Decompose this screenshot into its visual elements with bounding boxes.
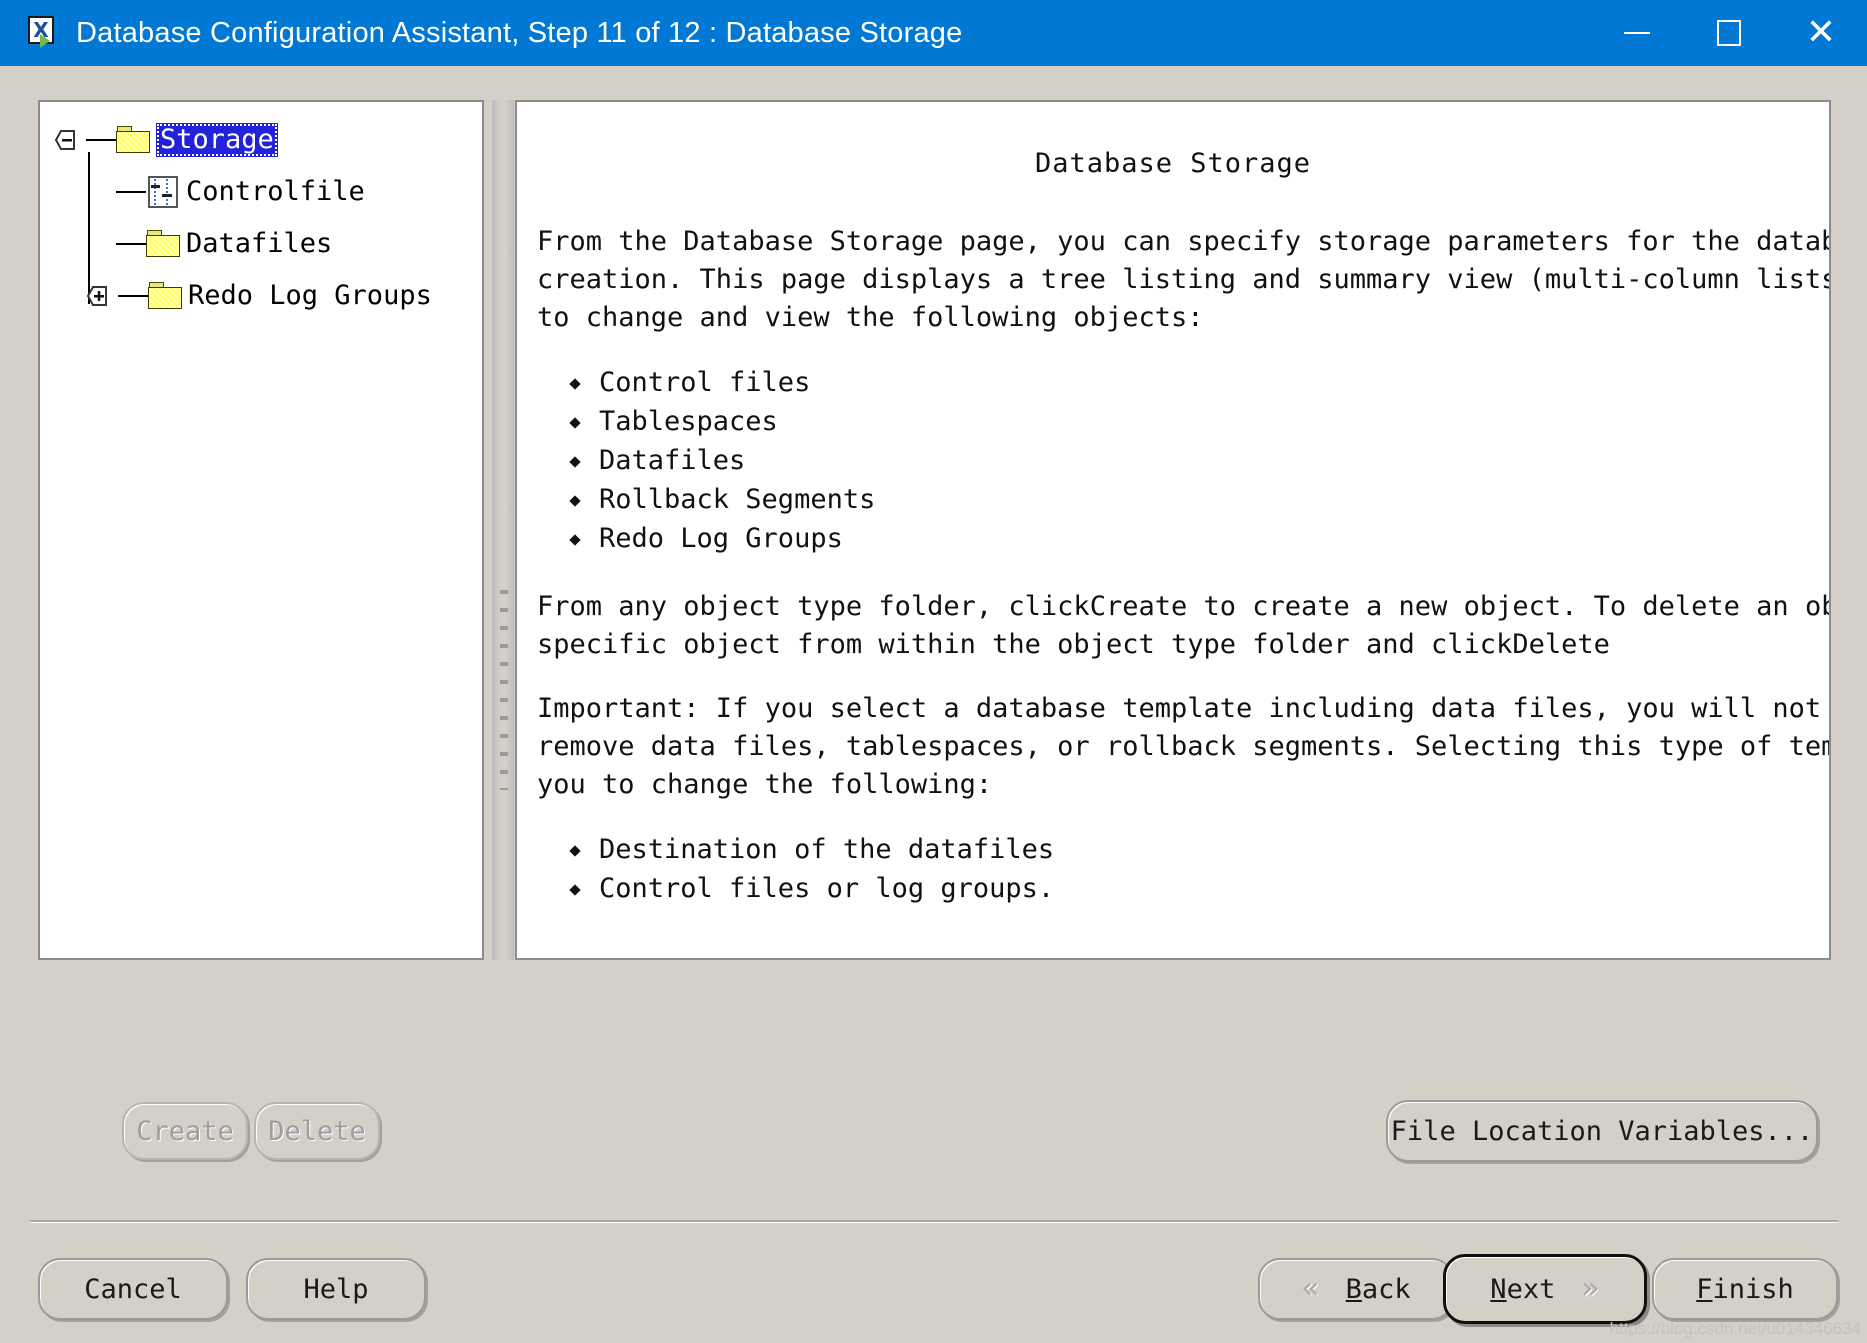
- page-title: Database Storage: [1034, 148, 1312, 179]
- paragraph-important: Important: If you select a database temp…: [517, 690, 1829, 804]
- tree-stub: [118, 295, 148, 297]
- overlapping-label: DeleteDelete: [1512, 626, 1610, 664]
- back-label: ack: [1361, 1273, 1411, 1305]
- overlap-text: Delete: [1512, 629, 1610, 660]
- folder-icon: [116, 126, 152, 154]
- tree-stub: [116, 243, 146, 245]
- back-button[interactable]: « Back: [1258, 1258, 1454, 1320]
- wizard-navigation: Cancel Help « Back Next » Finish: [0, 1244, 1867, 1343]
- storage-tree-panel[interactable]: Storage Controlfile Datafiles Redo Log G…: [38, 100, 484, 960]
- back-mnemonic: B: [1345, 1273, 1362, 1305]
- object-type-list: Control files Tablespaces Datafiles Roll…: [517, 363, 1829, 558]
- paragraph-text: specific object from within the object t…: [537, 629, 1513, 660]
- pane-splitter[interactable]: [492, 100, 514, 960]
- description-panel: Database Storage From the Database Stora…: [515, 100, 1831, 960]
- paragraph-line: From any object type folder, click Create…: [537, 588, 1829, 626]
- folder-icon: [146, 230, 182, 258]
- tree-node-label: Datafiles: [186, 228, 333, 259]
- close-button[interactable]: ✕: [1775, 0, 1867, 66]
- paragraph-intro: From the Database Storage page, you can …: [517, 223, 1829, 337]
- title-bar: X Database Configuration Assistant, Step…: [0, 0, 1867, 66]
- close-icon: ✕: [1805, 12, 1837, 53]
- list-item: Datafiles: [599, 441, 1829, 480]
- tree-node-redo-log-groups[interactable]: Redo Log Groups: [54, 270, 482, 322]
- dbca-window: X Database Configuration Assistant, Step…: [0, 0, 1867, 1343]
- tree-stub: [86, 139, 116, 141]
- paragraph-line: creation. This page displays a tree list…: [537, 264, 1831, 295]
- list-item: Rollback Segments: [599, 480, 1829, 519]
- footer-divider: [30, 1220, 1838, 1223]
- cancel-button[interactable]: Cancel: [38, 1258, 228, 1320]
- paragraph-create-delete: From any object type folder, click Create…: [517, 588, 1829, 664]
- next-mnemonic: N: [1490, 1273, 1507, 1305]
- storage-tree: Storage Controlfile Datafiles Redo Log G…: [40, 102, 482, 322]
- tree-node-storage[interactable]: Storage: [54, 114, 482, 166]
- delete-button[interactable]: Delete: [254, 1102, 380, 1160]
- paragraph-line: to change and view the following objects…: [537, 302, 1204, 333]
- chevron-left-icon: «: [1301, 1271, 1320, 1306]
- window-title: Database Configuration Assistant, Step 1…: [76, 16, 963, 49]
- changeable-items-list: Destination of the datafiles Control fil…: [517, 830, 1829, 908]
- paragraph-text: to create a new object. To delete an obj…: [1203, 591, 1829, 622]
- minimize-icon: [1624, 32, 1650, 34]
- minimize-button[interactable]: [1591, 0, 1683, 66]
- overlap-text: Create: [1089, 591, 1188, 622]
- tree-node-label: Controlfile: [186, 176, 365, 207]
- controlfile-icon: [146, 175, 182, 209]
- paragraph-line: you to change the following:: [537, 769, 993, 800]
- file-location-variables-button[interactable]: File Location Variables...: [1386, 1100, 1818, 1162]
- finish-mnemonic: F: [1696, 1273, 1713, 1305]
- tree-stub: [116, 191, 146, 193]
- finish-label: inish: [1712, 1273, 1794, 1305]
- next-button[interactable]: Next »: [1443, 1254, 1647, 1324]
- maximize-icon: [1717, 20, 1741, 46]
- window-body: Storage Controlfile Datafiles Redo Log G…: [0, 66, 1867, 1343]
- oracle-dbca-icon: X: [26, 16, 60, 50]
- tree-node-datafiles[interactable]: Datafiles: [54, 218, 482, 270]
- paragraph-line: Important: If you select a database temp…: [537, 693, 1831, 724]
- finish-button[interactable]: Finish: [1652, 1258, 1838, 1320]
- list-item: Control files or log groups.: [599, 869, 1829, 908]
- tree-node-controlfile[interactable]: Controlfile: [54, 166, 482, 218]
- chevron-right-icon: »: [1581, 1271, 1600, 1306]
- splitter-grip: [500, 590, 508, 790]
- collapse-minus-icon[interactable]: [54, 127, 84, 153]
- expand-plus-icon[interactable]: [86, 283, 116, 309]
- list-item: Redo Log Groups: [599, 519, 1829, 558]
- folder-icon: [148, 282, 184, 310]
- paragraph-line: remove data files, tablespaces, or rollb…: [537, 731, 1831, 762]
- create-button[interactable]: Create: [122, 1102, 248, 1160]
- next-label: ext: [1506, 1273, 1556, 1305]
- maximize-button[interactable]: [1683, 0, 1775, 66]
- tree-node-label: Redo Log Groups: [188, 280, 432, 311]
- list-item: Tablespaces: [599, 402, 1829, 441]
- watermark: https://blog.csdn.net/u014346634: [1609, 1319, 1861, 1338]
- paragraph-line: From the Database Storage page, you can …: [537, 226, 1831, 257]
- tree-node-label: Storage: [156, 123, 278, 157]
- help-button[interactable]: Help: [246, 1258, 426, 1320]
- window-controls: ✕: [1591, 0, 1867, 66]
- object-actions-row: Create Delete File Location Variables...: [0, 1094, 1867, 1180]
- paragraph-line: specific object from within the object t…: [537, 626, 1829, 664]
- list-item: Destination of the datafiles: [599, 830, 1829, 869]
- paragraph-text: From any object type folder, click: [537, 591, 1090, 622]
- overlapping-label: CreateCreate: [1090, 588, 1188, 626]
- list-item: Control files: [599, 363, 1829, 402]
- panes: Storage Controlfile Datafiles Redo Log G…: [0, 66, 1867, 1096]
